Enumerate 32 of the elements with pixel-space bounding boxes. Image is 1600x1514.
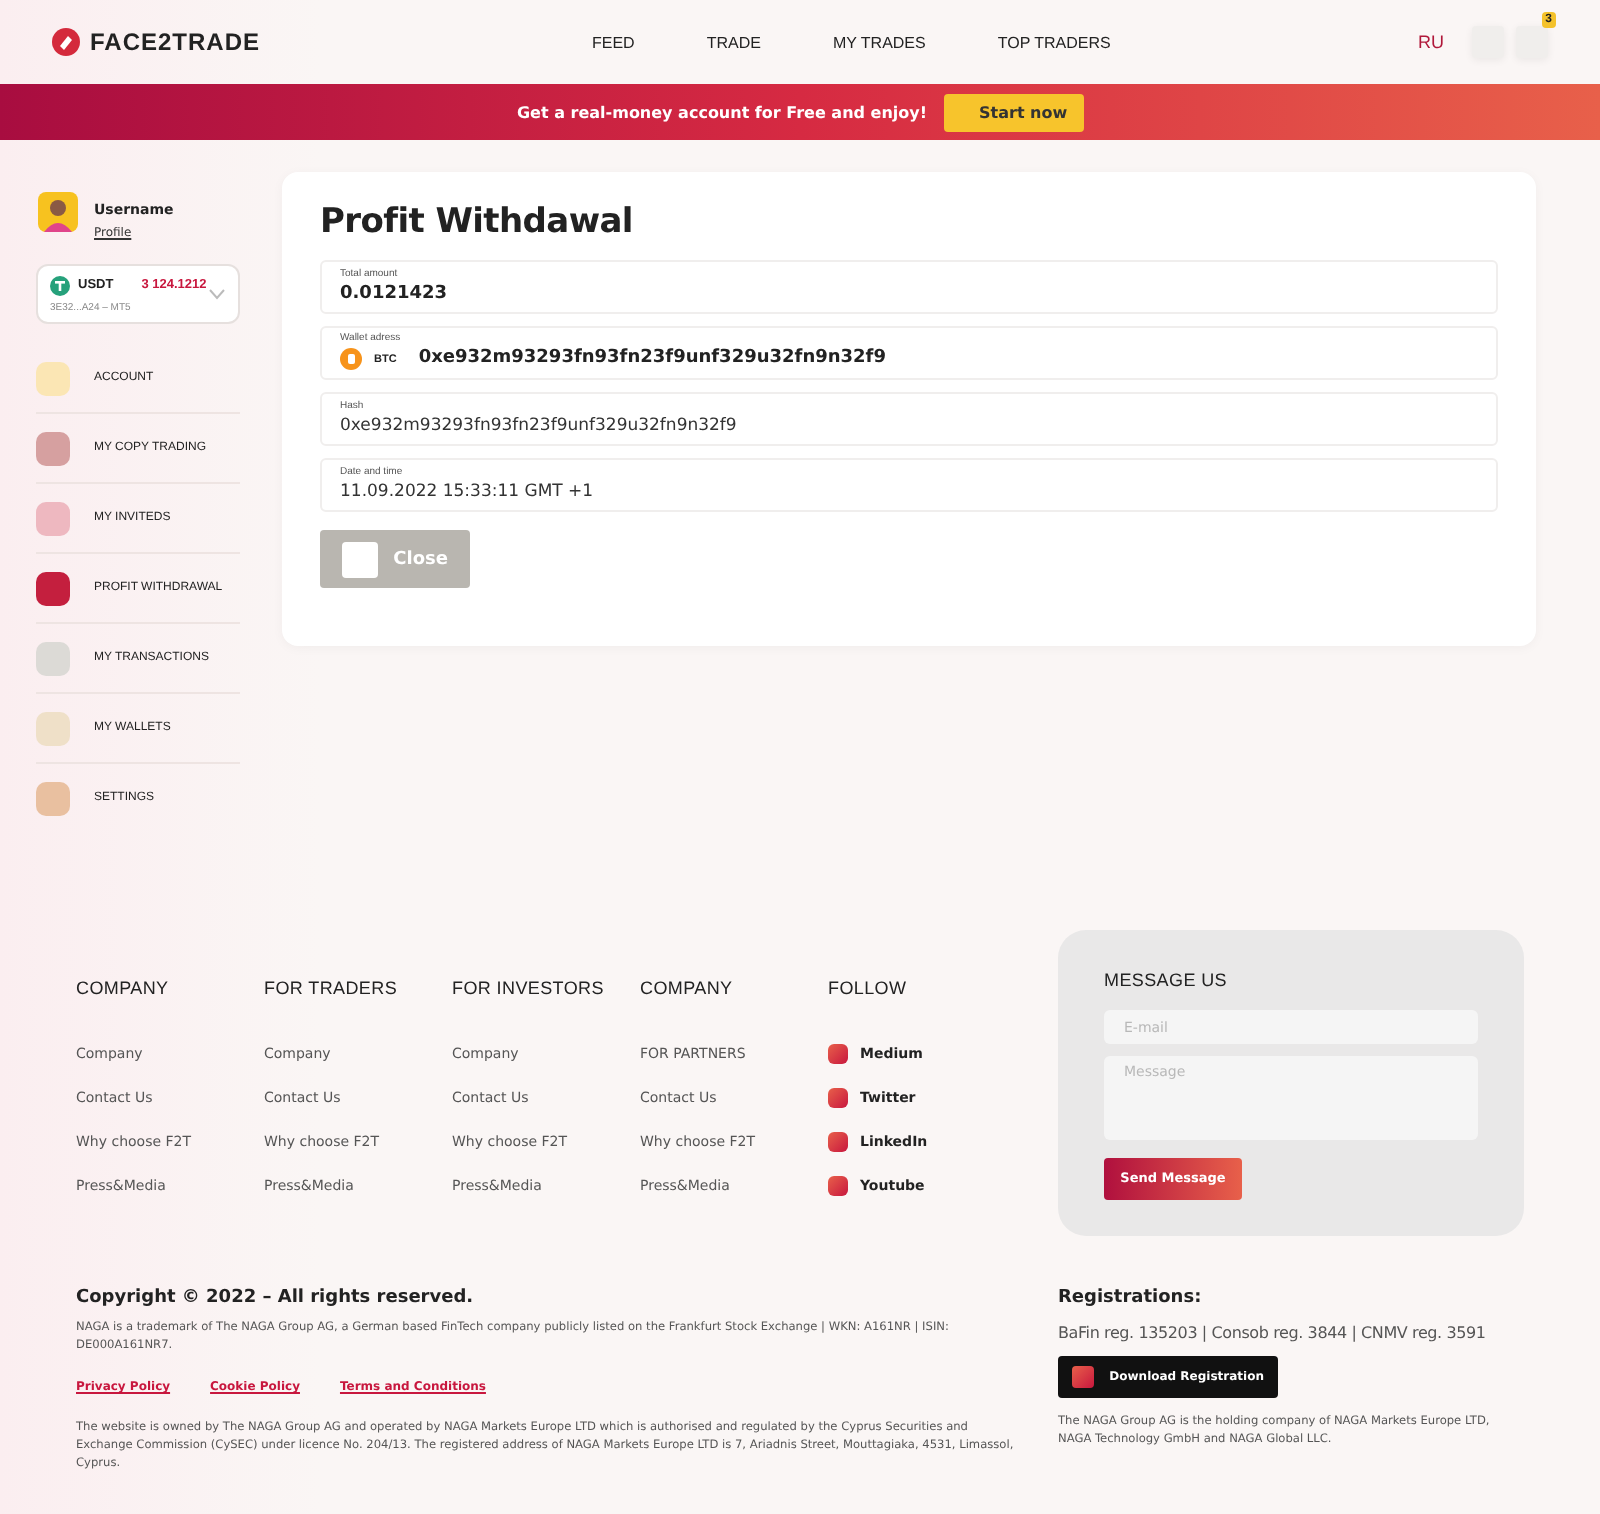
nav-link[interactable]: TRADE bbox=[706, 33, 761, 51]
chevron-down-icon bbox=[208, 288, 226, 300]
footer-heading: FOR TRADERS bbox=[264, 978, 400, 998]
nav-link[interactable]: MY TRADES bbox=[832, 33, 926, 51]
nav-link[interactable]: FEED bbox=[592, 33, 635, 51]
footer-heading: COMPANY bbox=[76, 978, 171, 998]
avatar-icon bbox=[38, 192, 78, 232]
registrations-heading: Registrations: bbox=[1058, 1288, 1204, 1308]
registration-numbers: BaFin reg. 135203 | Consob reg. 3844 | CNMV reg. 3591 bbox=[1058, 1324, 1488, 1342]
footer-heading: COMPANY bbox=[640, 978, 735, 998]
field-value: 0.0121423 bbox=[340, 284, 450, 306]
social-icon bbox=[828, 1088, 848, 1108]
field-value: 11.09.2022 15:33:11 GMT +1 bbox=[340, 482, 596, 503]
promo-text: Get a real-money account for Free and enjoy! bbox=[516, 103, 928, 121]
field-value: 0xe932m93293fn93fn23f9unf329u32fn9n32f9 bbox=[418, 348, 886, 370]
logo-icon bbox=[52, 28, 80, 56]
logo-text: FACE2TRADE bbox=[90, 28, 261, 56]
tether-icon bbox=[50, 275, 70, 295]
footer-heading: FOR INVESTORS bbox=[452, 978, 606, 998]
card-title: Profit Withdawal bbox=[320, 202, 635, 242]
social-icon bbox=[828, 1132, 848, 1152]
field-value: 0xe932m93293fn93fn23f9unf329u32fn9n32f9 bbox=[340, 416, 739, 437]
social-icon bbox=[828, 1044, 848, 1064]
form-heading: MESSAGE US bbox=[1104, 970, 1230, 990]
notifications-icon[interactable] bbox=[1516, 26, 1548, 58]
footer-heading: FOLLOW bbox=[828, 978, 909, 998]
start-now-button[interactable]: Start now bbox=[943, 93, 1084, 131]
language-switch[interactable]: RU bbox=[1418, 32, 1444, 52]
bitcoin-icon bbox=[340, 348, 362, 370]
copyright-text: Copyright © 2022 – All rights reserved. bbox=[76, 1288, 476, 1308]
nav-link[interactable]: TOP TRADERS bbox=[997, 33, 1111, 51]
social-icon bbox=[828, 1176, 848, 1196]
